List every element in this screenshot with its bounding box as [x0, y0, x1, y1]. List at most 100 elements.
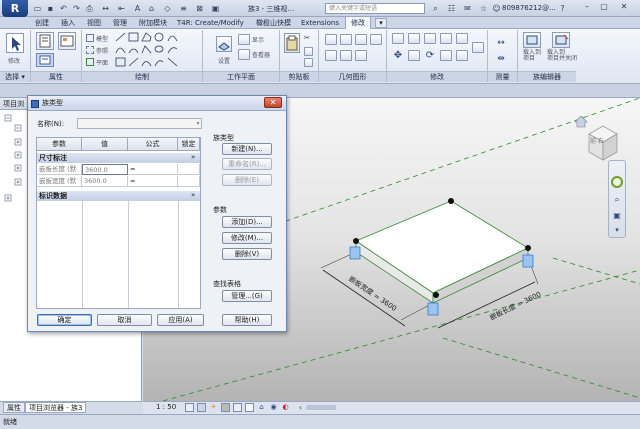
column-header-lock[interactable]: 锁定 — [178, 138, 200, 151]
redo-icon[interactable]: ↷ — [71, 3, 82, 14]
viewcube-face-label[interactable]: 前 右 — [590, 136, 604, 145]
column-header-formula[interactable]: 公式 — [128, 138, 178, 151]
rename-type-button[interactable]: 重命名(R)... — [222, 158, 272, 170]
scroll-left-icon[interactable]: ‹ — [296, 403, 305, 412]
group-header-dimensions[interactable]: 尺寸标注 — [37, 153, 200, 163]
param-value-cell[interactable]: 3600.0 — [82, 176, 128, 187]
expand-icon[interactable]: » — [191, 191, 195, 199]
help-icon[interactable]: ? — [557, 3, 568, 14]
search-input[interactable]: 键入关键字或短语 — [325, 3, 425, 14]
sun-path-icon[interactable]: ☀ — [209, 403, 218, 412]
reference-line-icon[interactable] — [86, 46, 94, 54]
application-menu-button[interactable]: R — [2, 0, 28, 17]
add-parameter-button[interactable]: 添加(D)... — [222, 216, 272, 228]
param-lock-cell[interactable] — [178, 164, 200, 175]
join-icon[interactable] — [355, 34, 367, 45]
close-hidden-icon[interactable]: ⊠ — [194, 3, 205, 14]
demolish-icon[interactable] — [355, 50, 367, 61]
properties-icon[interactable] — [36, 32, 54, 50]
dialog-title[interactable]: 族类型 — [28, 96, 286, 111]
cut-geometry-icon[interactable] — [340, 34, 352, 45]
ribbon-toggle-icon[interactable]: ▾ — [375, 18, 387, 28]
load-and-close-icon[interactable] — [552, 32, 570, 48]
text-icon[interactable]: A — [132, 3, 143, 14]
mirror-draw-icon[interactable] — [440, 33, 452, 44]
tab-olive-mountain[interactable]: 橄榄山快模 — [251, 17, 296, 29]
wall-joins-icon[interactable] — [340, 50, 352, 61]
switch-windows-icon[interactable]: ▣ — [210, 3, 221, 14]
nav-options-icon[interactable]: ▾ — [611, 226, 623, 235]
modify-parameter-button[interactable]: 修改(M)... — [222, 232, 272, 244]
type-name-select[interactable] — [77, 118, 202, 129]
new-type-button[interactable]: 新建(N)... — [222, 143, 272, 155]
tab-extensions[interactable]: Extensions — [296, 17, 344, 29]
tab-modify[interactable]: 修改 — [345, 16, 371, 29]
load-into-project-icon[interactable] — [523, 32, 541, 48]
maximize-icon[interactable]: ▢ — [597, 1, 611, 13]
tab-t4r[interactable]: T4R: Create/Modify — [172, 17, 249, 29]
user-account[interactable]: 809876212@... — [502, 4, 556, 12]
manage-lookup-button[interactable]: 管理...(G) — [222, 290, 272, 302]
split-face-icon[interactable] — [370, 34, 382, 45]
array-icon[interactable] — [456, 50, 468, 61]
print-icon[interactable]: ⎙ — [84, 3, 95, 14]
temporary-hide-icon[interactable]: ◉ — [269, 403, 278, 412]
match-properties-icon[interactable] — [304, 58, 313, 67]
tab-addins[interactable]: 附加模块 — [134, 17, 172, 29]
set-workplane-icon[interactable] — [216, 36, 232, 52]
paint-icon[interactable] — [325, 50, 337, 61]
cancel-button[interactable]: 取消 — [97, 314, 152, 326]
workplane-viewer-icon[interactable] — [238, 49, 250, 60]
zoom-region-icon[interactable]: ▣ — [611, 210, 623, 222]
draw-tools-gallery[interactable] — [114, 31, 186, 69]
rotate-icon[interactable]: ⟳ — [424, 50, 436, 62]
user-icon[interactable]: ☺ — [491, 3, 502, 14]
collapse-icon[interactable]: » — [191, 153, 195, 161]
model-line-icon[interactable] — [86, 34, 94, 42]
close-icon[interactable]: ✕ — [617, 1, 631, 13]
tab-properties[interactable]: 属性 — [3, 402, 25, 413]
tab-manage[interactable]: 管理 — [108, 17, 132, 29]
cut-icon[interactable]: ✂ — [304, 34, 313, 43]
reference-plane-icon[interactable] — [86, 58, 94, 66]
paste-icon[interactable] — [284, 33, 300, 53]
move-icon[interactable]: ✥ — [392, 50, 404, 62]
ok-button[interactable]: 确定 — [37, 314, 92, 326]
browser-tree[interactable] — [2, 112, 28, 207]
param-formula-cell[interactable]: = — [128, 164, 178, 175]
detail-level-icon[interactable] — [185, 403, 194, 412]
help-button[interactable]: 帮助(H) — [222, 314, 272, 326]
minimize-icon[interactable]: – — [580, 1, 594, 13]
delete-parameter-button[interactable]: 删除(V) — [222, 248, 272, 260]
copy-element-icon[interactable] — [408, 50, 420, 61]
communication-icon[interactable]: ✉ — [462, 3, 473, 14]
column-header-value[interactable]: 值 — [82, 138, 128, 151]
align-icon[interactable] — [392, 33, 404, 44]
save-icon[interactable]: ▪ — [45, 3, 56, 14]
visual-style-icon[interactable] — [197, 403, 206, 412]
tab-view[interactable]: 视图 — [82, 17, 106, 29]
favorites-icon[interactable]: ☆ — [478, 3, 489, 14]
thin-lines-icon[interactable]: ≡ — [178, 3, 189, 14]
aligned-dimension-icon[interactable]: ⇹ — [493, 52, 509, 66]
group-header-identity[interactable]: 标识数据 — [37, 191, 200, 201]
chevron-down-icon[interactable]: ▾ — [194, 118, 202, 129]
measure-tool-icon[interactable]: ↔ — [493, 36, 509, 50]
view-scale[interactable]: 1 : 50 — [156, 403, 176, 411]
measure-icon[interactable]: ↔ — [100, 3, 111, 14]
offset-icon[interactable] — [408, 33, 420, 44]
3d-view-icon[interactable]: ⌂ — [146, 3, 157, 14]
copy-icon[interactable] — [304, 47, 313, 56]
subscription-icon[interactable]: ☷ — [446, 3, 457, 14]
section-icon[interactable]: ◇ — [162, 3, 173, 14]
param-formula-cell[interactable]: = — [128, 176, 178, 187]
horizontal-scrollbar[interactable] — [306, 405, 336, 410]
unlocked-view-icon[interactable]: ⌂ — [257, 403, 266, 412]
zoom-icon[interactable]: ⌕ — [611, 194, 623, 206]
delete-type-button[interactable]: 删除(E) — [222, 174, 272, 186]
param-value-cell[interactable]: 3600.0 — [82, 164, 128, 175]
show-crop-icon[interactable] — [245, 403, 254, 412]
show-workplane-icon[interactable] — [238, 34, 250, 45]
tab-create[interactable]: 创建 — [30, 17, 54, 29]
tab-insert[interactable]: 插入 — [56, 17, 80, 29]
